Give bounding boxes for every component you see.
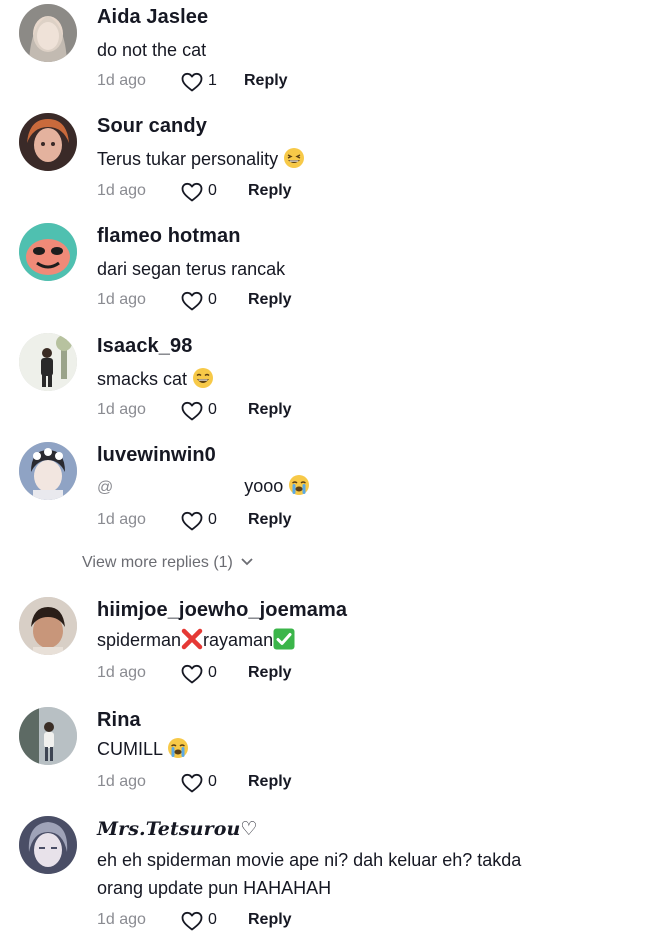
comment-text: @ yooo — [97, 472, 597, 502]
comment-username[interactable]: luvewinwin0 — [97, 444, 216, 467]
comment-meta: 1d ago 0 Reply — [97, 180, 497, 204]
heart-icon[interactable] — [180, 909, 204, 933]
comment-time: 1d ago — [97, 182, 146, 199]
comment-time: 1d ago — [97, 401, 146, 418]
mention-tag[interactable]: @ — [97, 479, 113, 496]
comment-meta: 1d ago 0 Reply — [97, 771, 497, 795]
comment-text: Terus tukar personality — [97, 145, 597, 173]
avatar[interactable] — [19, 113, 77, 171]
avatar[interactable] — [19, 816, 77, 874]
reply-button[interactable]: Reply — [248, 182, 292, 200]
like-count: 0 — [208, 773, 217, 790]
heart-icon[interactable] — [180, 70, 204, 94]
reply-button[interactable]: Reply — [248, 291, 292, 309]
grinning-squinting-face-emoji — [283, 147, 305, 169]
comment-meta: 1d ago 0 Reply — [97, 662, 497, 686]
like-count: 0 — [208, 511, 217, 528]
comment-time: 1d ago — [97, 773, 146, 790]
cross-mark-emoji — [181, 628, 203, 650]
comment-text: eh eh spiderman movie ape ni? dah keluar… — [97, 850, 522, 898]
comment-time: 1d ago — [97, 664, 146, 681]
comment-username[interactable]: Isaack_98 — [97, 335, 192, 358]
heart-icon[interactable] — [180, 289, 204, 313]
comment-time: 1d ago — [97, 291, 146, 308]
comment-username[interactable]: Rina — [97, 709, 141, 732]
comment-text: smacks cat — [97, 365, 597, 393]
avatar[interactable] — [19, 442, 77, 500]
comment-text: do not the cat — [97, 40, 207, 60]
reply-button[interactable]: Reply — [248, 664, 292, 682]
comment-username[interactable]: Aida Jaslee — [97, 6, 208, 29]
avatar[interactable] — [19, 707, 77, 765]
avatar[interactable] — [19, 597, 77, 655]
reply-button[interactable]: Reply — [248, 773, 292, 791]
comment-time: 1d ago — [97, 511, 146, 528]
comment-meta: 1d ago 1 Reply — [97, 70, 497, 94]
avatar[interactable] — [19, 4, 77, 62]
like-count: 1 — [208, 72, 217, 89]
heart-icon[interactable] — [180, 662, 204, 686]
like-count: 0 — [208, 291, 217, 308]
comment-meta: 1d ago 0 Reply — [97, 289, 497, 313]
loudly-crying-face-emoji — [167, 737, 189, 759]
like-count: 0 — [208, 401, 217, 418]
comment-meta: 1d ago 0 Reply — [97, 509, 497, 533]
comment-username[interactable]: Mrs.Tetsurou♡ — [97, 818, 258, 840]
heart-icon[interactable] — [180, 399, 204, 423]
reply-button[interactable]: Reply — [248, 911, 292, 929]
comment-text: CUMILL — [97, 735, 597, 763]
comment-username[interactable]: hiimjoe_joewho_joemama — [97, 599, 347, 622]
loudly-crying-face-emoji — [288, 474, 310, 496]
reply-button[interactable]: Reply — [248, 511, 292, 529]
chevron-down-icon — [241, 553, 253, 571]
avatar[interactable] — [19, 333, 77, 391]
like-count: 0 — [208, 182, 217, 199]
heart-icon[interactable] — [180, 509, 204, 533]
view-more-replies-button[interactable]: View more replies (1) — [82, 553, 253, 572]
laughing-face-emoji — [192, 367, 214, 389]
like-count: 0 — [208, 911, 217, 928]
comment-text: spiderman rayaman — [97, 626, 597, 654]
comment-username[interactable]: Sour candy — [97, 115, 207, 138]
comment-meta: 1d ago 0 Reply — [97, 909, 497, 933]
comment-time: 1d ago — [97, 72, 146, 89]
reply-button[interactable]: Reply — [244, 72, 288, 90]
comment-username[interactable]: flameo hotman — [97, 225, 241, 248]
check-mark-button-emoji — [273, 628, 295, 650]
comment-text: dari segan terus rancak — [97, 259, 286, 279]
heart-icon[interactable] — [180, 180, 204, 204]
view-more-label: View more replies (1) — [82, 554, 233, 571]
comment-time: 1d ago — [97, 911, 146, 928]
heart-icon[interactable] — [180, 771, 204, 795]
reply-button[interactable]: Reply — [248, 401, 292, 419]
comment-meta: 1d ago 0 Reply — [97, 399, 497, 423]
avatar[interactable] — [19, 223, 77, 281]
like-count: 0 — [208, 664, 217, 681]
